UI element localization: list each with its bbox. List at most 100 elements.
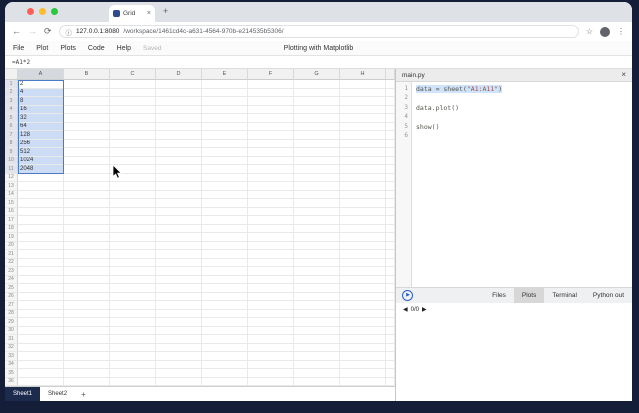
cell-H33[interactable] — [340, 352, 386, 361]
cell-A21[interactable] — [18, 250, 64, 259]
cell-A29[interactable] — [18, 318, 64, 327]
cell-H35[interactable] — [340, 369, 386, 378]
cell-D2[interactable] — [156, 88, 202, 97]
cell-H24[interactable] — [340, 275, 386, 284]
cell-E27[interactable] — [202, 301, 248, 310]
cell-F23[interactable] — [248, 267, 294, 276]
row-header-23[interactable]: 23 — [5, 267, 18, 276]
spreadsheet-grid[interactable]: ABCDEFGH 1 2 2 4 3 8 4 16 5 32 6 64 7 128 8 256 9 512 10 10… — [5, 69, 395, 386]
run-button[interactable]: ▶ — [402, 290, 413, 301]
cell-H20[interactable] — [340, 241, 386, 250]
row-header-26[interactable]: 26 — [5, 292, 18, 301]
cell-H36[interactable] — [340, 377, 386, 386]
cell-B9[interactable] — [64, 148, 110, 157]
cell-F18[interactable] — [248, 224, 294, 233]
cell-G33[interactable] — [294, 352, 340, 361]
cell-C34[interactable] — [110, 360, 156, 369]
cell-F7[interactable] — [248, 131, 294, 140]
cell-A17[interactable] — [18, 216, 64, 225]
row-header-11[interactable]: 11 — [5, 165, 18, 174]
row-header-10[interactable]: 10 — [5, 156, 18, 165]
cell-A15[interactable] — [18, 199, 64, 208]
cell-B34[interactable] — [64, 360, 110, 369]
row-header-22[interactable]: 22 — [5, 258, 18, 267]
cell-C12[interactable] — [110, 173, 156, 182]
cell-E34[interactable] — [202, 360, 248, 369]
cell-A20[interactable] — [18, 241, 64, 250]
cell-B7[interactable] — [64, 131, 110, 140]
cell-D36[interactable] — [156, 377, 202, 386]
formula-bar[interactable]: =A1*2 — [5, 56, 632, 69]
cell-D34[interactable] — [156, 360, 202, 369]
cell-D16[interactable] — [156, 207, 202, 216]
browser-tab-grid[interactable]: Grid × — [109, 5, 155, 22]
cell-E22[interactable] — [202, 258, 248, 267]
cell-partial-20[interactable] — [386, 241, 395, 250]
cell-A1[interactable]: 2 — [18, 80, 64, 89]
cell-A2[interactable]: 4 — [18, 88, 64, 97]
cell-G21[interactable] — [294, 250, 340, 259]
code-editor[interactable]: 1 23 456 data = sheet("A1:A11") data.plot()… — [396, 82, 632, 287]
cell-B18[interactable] — [64, 224, 110, 233]
cell-C20[interactable] — [110, 241, 156, 250]
cell-partial-14[interactable] — [386, 190, 395, 199]
cell-A12[interactable] — [18, 173, 64, 182]
cell-B19[interactable] — [64, 233, 110, 242]
cell-partial-35[interactable] — [386, 369, 395, 378]
cell-partial-16[interactable] — [386, 207, 395, 216]
cell-F21[interactable] — [248, 250, 294, 259]
cell-D35[interactable] — [156, 369, 202, 378]
cell-F3[interactable] — [248, 97, 294, 106]
cell-B30[interactable] — [64, 326, 110, 335]
cell-G3[interactable] — [294, 97, 340, 106]
cell-B10[interactable] — [64, 156, 110, 165]
maximize-window-button[interactable] — [51, 8, 58, 15]
cell-E24[interactable] — [202, 275, 248, 284]
cell-F26[interactable] — [248, 292, 294, 301]
cell-D32[interactable] — [156, 343, 202, 352]
cell-F5[interactable] — [248, 114, 294, 123]
row-header-31[interactable]: 31 — [5, 335, 18, 344]
cell-E35[interactable] — [202, 369, 248, 378]
cell-F4[interactable] — [248, 105, 294, 114]
cell-D29[interactable] — [156, 318, 202, 327]
cell-D25[interactable] — [156, 284, 202, 293]
cell-G18[interactable] — [294, 224, 340, 233]
cell-B22[interactable] — [64, 258, 110, 267]
cell-A16[interactable] — [18, 207, 64, 216]
cell-E4[interactable] — [202, 105, 248, 114]
cell-B12[interactable] — [64, 173, 110, 182]
menu-item-plot[interactable]: Plot — [36, 45, 48, 52]
cell-F25[interactable] — [248, 284, 294, 293]
cell-E12[interactable] — [202, 173, 248, 182]
cell-C1[interactable] — [110, 80, 156, 89]
cell-G15[interactable] — [294, 199, 340, 208]
cell-H6[interactable] — [340, 122, 386, 131]
cell-A25[interactable] — [18, 284, 64, 293]
cell-E33[interactable] — [202, 352, 248, 361]
cell-G27[interactable] — [294, 301, 340, 310]
panel-tab-files[interactable]: Files — [484, 288, 514, 303]
cell-D4[interactable] — [156, 105, 202, 114]
cell-D27[interactable] — [156, 301, 202, 310]
cell-A7[interactable]: 128 — [18, 131, 64, 140]
cell-partial-31[interactable] — [386, 335, 395, 344]
cell-F16[interactable] — [248, 207, 294, 216]
minimize-window-button[interactable] — [39, 8, 46, 15]
cell-C6[interactable] — [110, 122, 156, 131]
row-header-7[interactable]: 7 — [5, 131, 18, 140]
column-header-F[interactable]: F — [248, 69, 294, 80]
cell-partial-4[interactable] — [386, 105, 395, 114]
cell-G29[interactable] — [294, 318, 340, 327]
row-header-36[interactable]: 36 — [5, 377, 18, 386]
row-header-25[interactable]: 25 — [5, 284, 18, 293]
cell-E6[interactable] — [202, 122, 248, 131]
cell-D10[interactable] — [156, 156, 202, 165]
cell-E23[interactable] — [202, 267, 248, 276]
cell-partial-21[interactable] — [386, 250, 395, 259]
cell-B23[interactable] — [64, 267, 110, 276]
cell-D11[interactable] — [156, 165, 202, 174]
cell-D24[interactable] — [156, 275, 202, 284]
cell-partial-13[interactable] — [386, 182, 395, 191]
cell-E36[interactable] — [202, 377, 248, 386]
